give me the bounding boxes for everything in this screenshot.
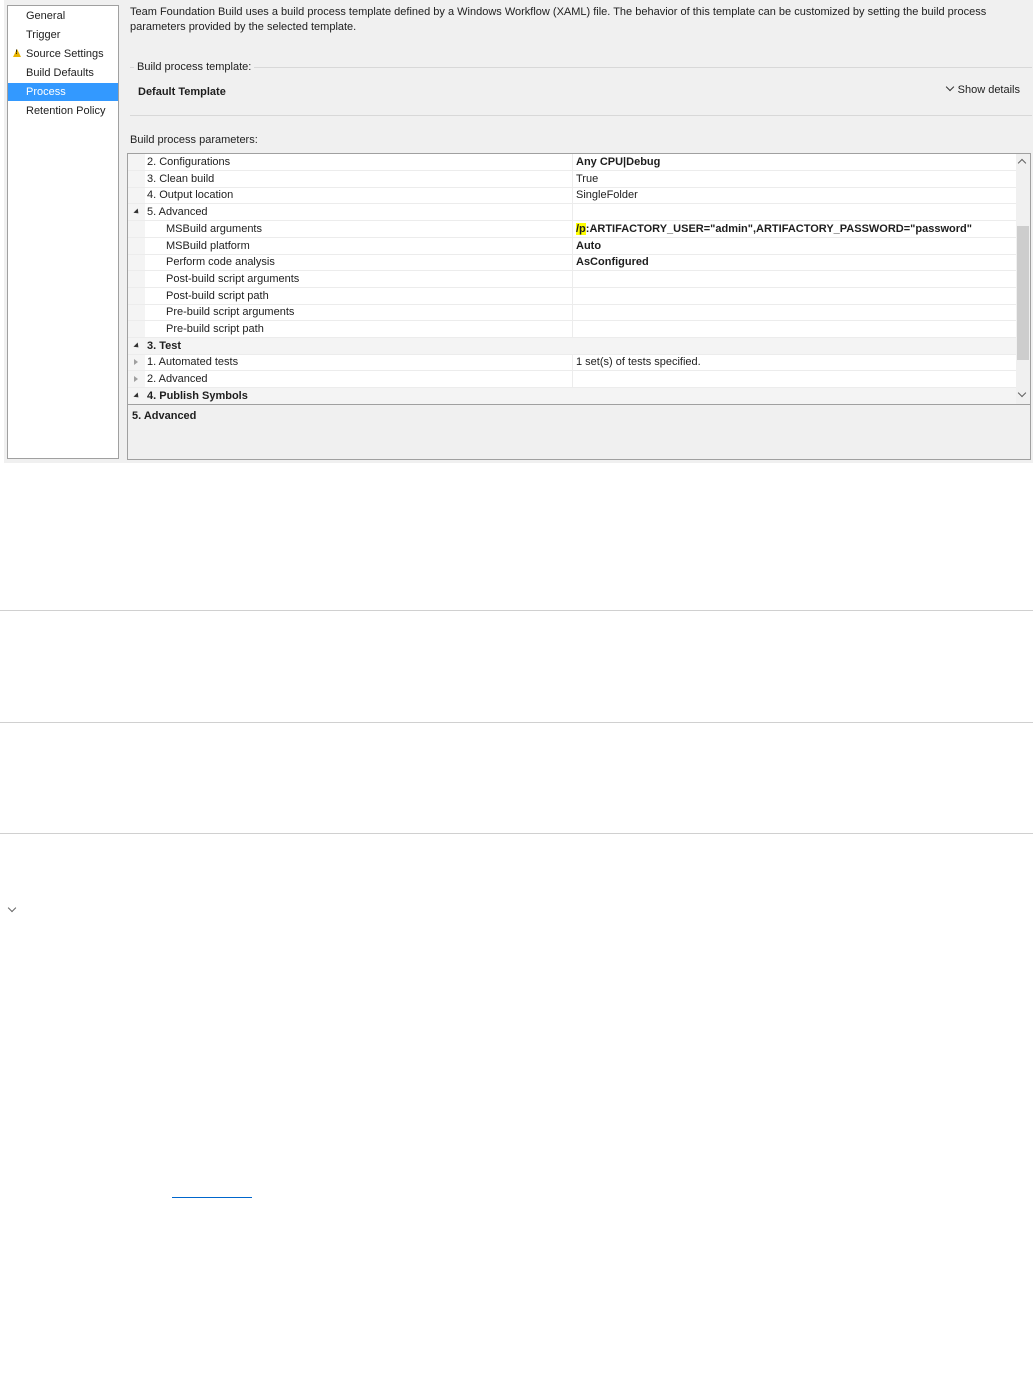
build-process-parameters-label: Build process parameters:: [130, 134, 258, 146]
parameter-value-text: Auto: [576, 239, 602, 252]
parameter-description-title: 5. Advanced: [132, 410, 197, 422]
parameter-value[interactable]: AsConfigured: [572, 254, 1016, 271]
scroll-down-icon[interactable]: [1017, 388, 1027, 398]
divider: [0, 722, 1033, 723]
parameter-value-text: :ARTIFACTORY_USER="admin",ARTIFACTORY_PA…: [585, 222, 972, 235]
grid-parameter-row[interactable]: 4. Output location SingleFolder: [128, 187, 1016, 205]
parameter-value-text: True: [576, 172, 599, 185]
parameter-name: MSBuild arguments: [166, 222, 262, 235]
parameter-name: 5. Advanced: [147, 206, 208, 219]
divider: [0, 610, 1033, 611]
parameter-name: 2. Configurations: [147, 156, 231, 168]
parameter-value-text: Any CPU|Debug: [576, 156, 661, 168]
nav-item-general[interactable]: General: [8, 7, 118, 25]
parameter-name: 4. Publish Symbols: [147, 389, 248, 402]
build-process-template-group: Build process template: Default Template…: [130, 61, 1032, 116]
parameter-name: Post-build script arguments: [166, 272, 300, 285]
expander-open-icon[interactable]: [133, 392, 141, 400]
parameter-value[interactable]: True: [572, 170, 1016, 187]
parameter-name: Pre-build script path: [166, 323, 264, 335]
grid-parameter-row[interactable]: MSBuild platform Auto: [128, 237, 1016, 255]
grid-vertical-scrollbar[interactable]: [1016, 154, 1030, 404]
nav-item-label: General: [26, 10, 66, 22]
parameter-value[interactable]: Any CPU|Debug: [572, 154, 1016, 170]
grid-parameter-row[interactable]: Post-build script path: [128, 287, 1016, 305]
parameter-name: 3. Test: [147, 339, 182, 352]
show-details-label: Show details: [957, 84, 1020, 96]
chevron-down-icon: [945, 82, 954, 92]
parameter-value[interactable]: [572, 270, 1016, 287]
highlighted-value-text: /p: [576, 222, 586, 235]
grid-parameter-row[interactable]: 5. Advanced: [128, 204, 1016, 222]
build-process-parameters-grid[interactable]: 2. Configurations Any CPU|Debug 3. Clean b…: [127, 153, 1031, 405]
grid-category-row[interactable]: 3. Test: [128, 337, 1016, 355]
scroll-up-icon[interactable]: [1017, 158, 1027, 168]
grid-parameter-row[interactable]: MSBuild arguments/p:ARTIFACTORY_USER="ad…: [128, 220, 1016, 238]
show-details-button[interactable]: Show details: [945, 82, 1020, 96]
parameter-name: Perform code analysis: [166, 256, 275, 269]
parameter-value-text: 1 set(s) of tests specified.: [576, 356, 701, 369]
parameter-value[interactable]: [572, 371, 1016, 388]
grid-parameter-row[interactable]: Perform code analysis AsConfigured: [128, 254, 1016, 272]
grid-parameter-row[interactable]: Pre-build script arguments: [128, 304, 1016, 322]
divider: [0, 833, 1033, 834]
build-process-template-label: Build process template:: [134, 61, 255, 73]
parameter-name: Pre-build script arguments: [166, 306, 295, 319]
parameter-value[interactable]: [572, 304, 1016, 321]
parameter-value-text: SingleFolder: [576, 189, 638, 202]
parameter-name: Post-build script path: [166, 289, 269, 302]
link-underline[interactable]: [172, 1197, 252, 1198]
grid-parameter-row[interactable]: 2. Advanced: [128, 371, 1016, 389]
parameter-value[interactable]: [572, 321, 1016, 337]
parameter-name: 3. Clean build: [147, 172, 215, 185]
build-definition-process-panel: General Trigger Source Settings Build Defau…: [4, 0, 1033, 463]
parameter-value[interactable]: /p:ARTIFACTORY_USER="admin",ARTIFACTORY_…: [572, 220, 1016, 237]
parameter-value[interactable]: Auto: [572, 237, 1016, 254]
nav-item-label: Process: [26, 86, 66, 98]
warning-icon: [13, 49, 21, 57]
expander-open-icon[interactable]: [133, 342, 141, 350]
nav-item-process[interactable]: Process: [8, 83, 118, 101]
parameter-value[interactable]: [572, 204, 1016, 221]
grid-parameter-row[interactable]: 3. Clean build True: [128, 170, 1016, 188]
parameter-value[interactable]: SingleFolder: [572, 187, 1016, 204]
grid-parameter-row[interactable]: 1. Automated tests 1 set(s) of tests spec…: [128, 354, 1016, 372]
chevron-down-icon[interactable]: [7, 903, 17, 913]
process-description: Team Foundation Build uses a build proce…: [130, 6, 987, 33]
expander-closed-icon[interactable]: [134, 376, 138, 383]
parameter-value[interactable]: [572, 388, 1016, 404]
grid-parameter-row[interactable]: 2. Configurations Any CPU|Debug: [128, 154, 1016, 171]
parameter-name: MSBuild platform: [166, 239, 250, 252]
build-process-template-name: Default Template: [138, 86, 226, 98]
nav-item-build-defaults[interactable]: Build Defaults: [8, 64, 118, 82]
expander-closed-icon[interactable]: [134, 359, 138, 366]
parameter-value[interactable]: [572, 338, 1016, 354]
parameter-name: 1. Automated tests: [147, 356, 239, 369]
parameter-value-text: AsConfigured: [576, 256, 649, 269]
parameter-name: 2. Advanced: [147, 373, 208, 386]
grid-parameter-row[interactable]: Pre-build script path: [128, 321, 1016, 338]
nav-item-label: Trigger: [26, 29, 61, 41]
expander-open-icon[interactable]: [133, 208, 141, 216]
parameter-value[interactable]: 1 set(s) of tests specified.: [572, 354, 1016, 371]
nav-item-retention-policy[interactable]: Retention Policy: [8, 102, 118, 120]
grid-category-row[interactable]: 4. Publish Symbols: [128, 387, 1016, 404]
build-definition-nav: General Trigger Source Settings Build Defau…: [7, 5, 119, 459]
nav-item-label: Build Defaults: [26, 67, 94, 79]
parameter-name: 4. Output location: [147, 189, 234, 202]
nav-item-source-settings[interactable]: Source Settings: [8, 45, 118, 63]
parameter-description-pane: 5. Advanced: [127, 404, 1031, 460]
nav-item-label: Source Settings: [26, 48, 104, 60]
nav-item-label: Retention Policy: [26, 105, 106, 117]
parameter-value[interactable]: [572, 287, 1016, 304]
grid-parameter-row[interactable]: Post-build script arguments: [128, 270, 1016, 288]
scrollbar-thumb[interactable]: [1017, 226, 1029, 360]
nav-item-trigger[interactable]: Trigger: [8, 26, 118, 44]
